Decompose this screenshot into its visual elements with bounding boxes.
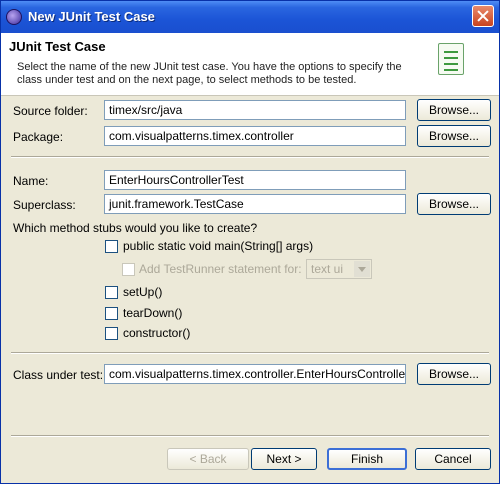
separator bbox=[11, 435, 489, 437]
testrunner-select-value: text ui bbox=[311, 262, 344, 276]
add-testrunner-checkbox[interactable] bbox=[122, 263, 135, 276]
class-under-test-browse-button[interactable]: Browse... bbox=[417, 363, 491, 385]
next-button[interactable]: Next > bbox=[251, 448, 317, 470]
main-stub-checkbox[interactable] bbox=[105, 240, 118, 253]
name-field[interactable]: EnterHoursControllerTest bbox=[104, 170, 406, 190]
stubs-question: Which method stubs would you like to cre… bbox=[13, 221, 258, 235]
title-bar[interactable]: New JUnit Test Case bbox=[1, 1, 499, 33]
superclass-browse-button[interactable]: Browse... bbox=[417, 193, 491, 215]
class-under-test-label: Class under test: bbox=[13, 368, 104, 382]
main-stub-label: public static void main(String[] args) bbox=[123, 239, 314, 253]
teardown-stub-label: tearDown() bbox=[123, 306, 183, 320]
junit-wizard-icon bbox=[438, 43, 464, 75]
constructor-stub-checkbox[interactable] bbox=[105, 327, 118, 340]
eclipse-icon bbox=[6, 9, 22, 25]
separator bbox=[11, 156, 489, 158]
dialog-window: New JUnit Test Case JUnit Test Case Sele… bbox=[0, 0, 500, 484]
separator bbox=[11, 352, 489, 354]
finish-button[interactable]: Finish bbox=[327, 448, 407, 470]
teardown-stub-checkbox[interactable] bbox=[105, 307, 118, 320]
banner-description: Select the name of the new JUnit test ca… bbox=[17, 61, 402, 86]
setup-stub-checkbox[interactable] bbox=[105, 286, 118, 299]
package-label: Package: bbox=[13, 130, 64, 144]
banner-title: JUnit Test Case bbox=[9, 39, 106, 54]
source-folder-field[interactable]: timex/src/java bbox=[104, 100, 406, 120]
wizard-banner: JUnit Test Case Select the name of the n… bbox=[1, 33, 499, 96]
close-button[interactable] bbox=[472, 5, 494, 27]
source-folder-browse-button[interactable]: Browse... bbox=[417, 99, 491, 121]
window-title: New JUnit Test Case bbox=[28, 9, 155, 24]
setup-stub-label: setUp() bbox=[123, 285, 163, 299]
chevron-down-icon bbox=[354, 261, 370, 277]
back-button[interactable]: < Back bbox=[167, 448, 249, 470]
testrunner-select[interactable]: text ui bbox=[306, 259, 372, 279]
add-testrunner-label: Add TestRunner statement for: bbox=[139, 262, 302, 276]
cancel-button[interactable]: Cancel bbox=[415, 448, 491, 470]
source-folder-label: Source folder: bbox=[13, 104, 88, 118]
package-field[interactable]: com.visualpatterns.timex.controller bbox=[104, 126, 406, 146]
superclass-field[interactable]: junit.framework.TestCase bbox=[104, 194, 406, 214]
constructor-stub-label: constructor() bbox=[123, 326, 191, 340]
superclass-label: Superclass: bbox=[13, 198, 76, 212]
package-browse-button[interactable]: Browse... bbox=[417, 125, 491, 147]
class-under-test-field[interactable]: com.visualpatterns.timex.controller.Ente… bbox=[104, 364, 406, 384]
name-label: Name: bbox=[13, 174, 49, 188]
